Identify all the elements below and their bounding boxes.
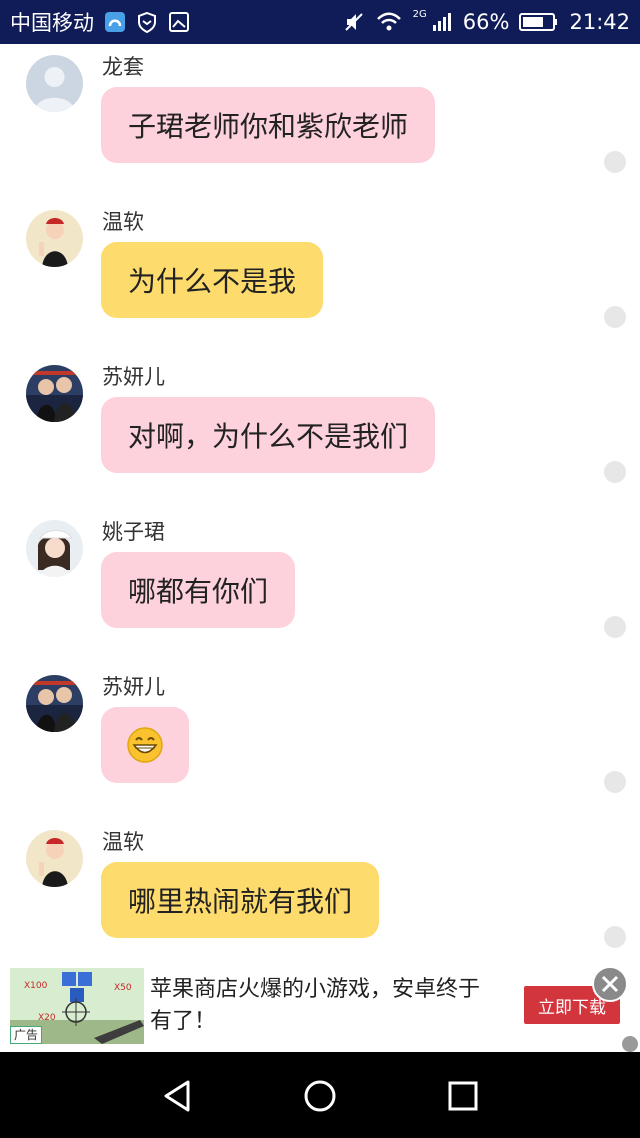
grin-emoji-icon	[127, 727, 163, 763]
sender-name: 温软	[102, 210, 144, 234]
status-bar: 中国移动 2G 66% 21:42	[0, 0, 640, 44]
ad-game-thumbnail[interactable]: X100 X50 X20 广告	[10, 968, 144, 1044]
ad-game-label: X50	[114, 983, 132, 993]
girl-avatar[interactable]	[26, 210, 83, 267]
message-bubble[interactable]: 子珺老师你和紫欣老师	[101, 87, 436, 163]
message-bubble[interactable]: 为什么不是我	[101, 242, 324, 318]
girl-avatar[interactable]	[26, 830, 83, 887]
default-avatar[interactable]	[26, 55, 83, 112]
app-icon	[105, 12, 125, 32]
message-bubble[interactable]: 对啊，为什么不是我们	[101, 397, 436, 473]
recents-icon[interactable]	[443, 1076, 483, 1116]
sender-name: 姚子珺	[102, 520, 165, 544]
girl-cap-avatar[interactable]	[26, 520, 83, 577]
battery-icon	[519, 13, 558, 31]
ad-text[interactable]: 苹果商店火爆的小游戏，安卓终于有了！	[150, 974, 500, 1038]
close-icon[interactable]	[592, 966, 628, 1002]
sender-name: 温软	[102, 830, 144, 854]
shield-icon	[138, 11, 156, 33]
wifi-icon	[376, 12, 401, 31]
home-icon[interactable]	[300, 1076, 340, 1116]
mute-icon	[344, 13, 363, 31]
carrier-label: 中国移动	[10, 11, 94, 35]
couple-avatar[interactable]	[26, 365, 83, 422]
unread-indicator	[604, 926, 626, 948]
unread-indicator	[604, 151, 626, 173]
ad-game-label: X100	[24, 981, 48, 991]
unread-indicator	[604, 461, 626, 483]
message-bubble[interactable]	[101, 707, 189, 783]
unread-indicator	[604, 306, 626, 328]
message-bubble[interactable]: 哪里热闹就有我们	[101, 862, 380, 938]
ad-tag: 广告	[10, 1026, 43, 1044]
navigation-bar	[0, 1052, 640, 1138]
battery-percent: 66%	[462, 10, 510, 34]
chat-message: 姚子珺 哪都有你们	[0, 509, 640, 664]
network-type: 2G	[412, 8, 427, 20]
gallery-icon	[169, 12, 189, 32]
ad-info-icon[interactable]	[622, 1036, 638, 1052]
signal-icon	[432, 13, 451, 31]
chat-message: 龙套 子珺老师你和紫欣老师	[0, 44, 640, 199]
unread-indicator	[604, 616, 626, 638]
ad-game-label: X20	[38, 1013, 56, 1023]
clock: 21:42	[569, 10, 630, 34]
couple-avatar[interactable]	[26, 675, 83, 732]
chat-message: 温软 为什么不是我	[0, 199, 640, 354]
back-icon[interactable]	[158, 1076, 198, 1116]
ad-banner[interactable]: X100 X50 X20 广告 苹果商店火爆的小游戏，安卓终于有了！ 立即下载	[0, 964, 640, 1052]
chat-message: 苏妍儿	[0, 664, 640, 819]
sender-name: 苏妍儿	[102, 365, 165, 389]
sender-name: 龙套	[102, 55, 144, 79]
message-bubble[interactable]: 哪都有你们	[101, 552, 296, 628]
sender-name: 苏妍儿	[102, 675, 165, 699]
chat-message: 苏妍儿 对啊，为什么不是我们	[0, 354, 640, 509]
chat-message: 温软 哪里热闹就有我们	[0, 819, 640, 974]
unread-indicator	[604, 771, 626, 793]
chat-list[interactable]: 龙套 子珺老师你和紫欣老师 温软 为什么不是我 苏妍儿 对啊，为什么不是我们 姚…	[0, 44, 640, 964]
